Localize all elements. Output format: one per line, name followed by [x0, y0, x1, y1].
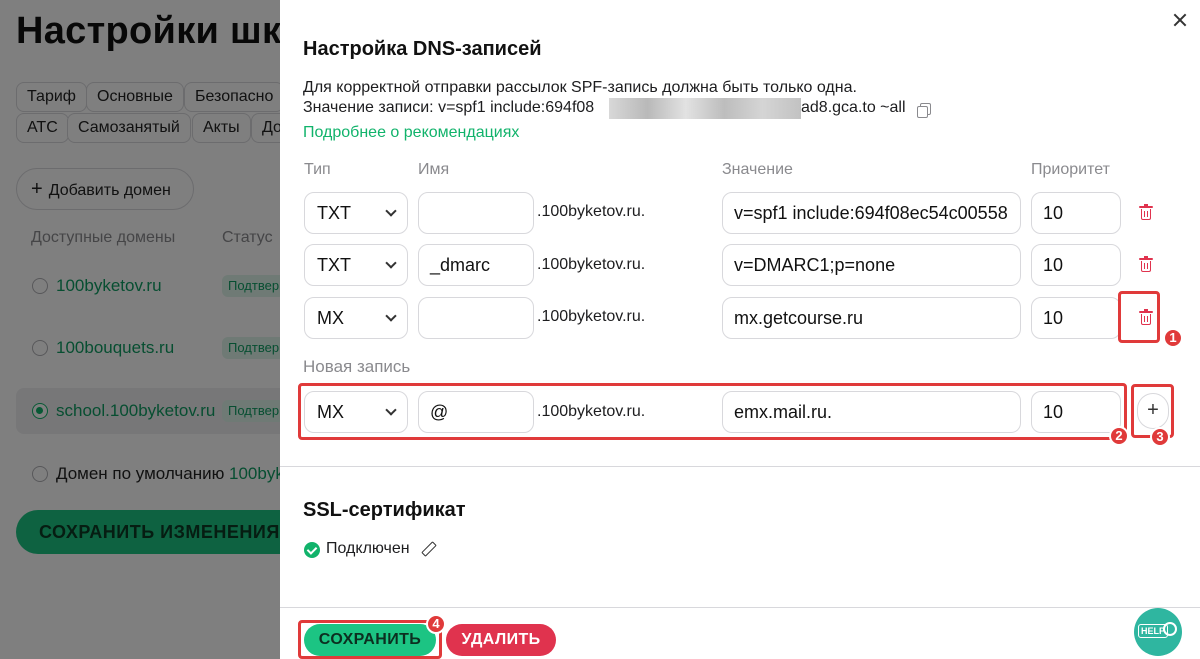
record-type-value: TXT — [317, 255, 351, 275]
trash-icon[interactable] — [1139, 204, 1153, 221]
new-record-label: Новая запись — [303, 357, 411, 376]
record-priority-input[interactable]: 10 — [1031, 192, 1121, 234]
annotation-marker-4: 4 — [426, 614, 446, 634]
footer-divider — [280, 607, 1200, 608]
chevron-down-icon — [385, 257, 397, 269]
close-icon[interactable] — [1170, 10, 1190, 30]
record-priority-input[interactable]: 10 — [1031, 297, 1121, 339]
column-value: Значение — [722, 161, 793, 178]
record-value-input[interactable]: mx.getcourse.ru — [722, 297, 1021, 339]
check-circle-icon — [304, 542, 320, 558]
annotation-marker-2: 2 — [1109, 426, 1129, 446]
record-name-input[interactable]: _dmarc — [418, 244, 534, 286]
spf-note: Для корректной отправки рассылок SPF-зап… — [303, 79, 857, 96]
help-button[interactable]: HELP — [1134, 608, 1182, 656]
record-type-value: TXT — [317, 203, 351, 223]
section-divider — [280, 466, 1200, 467]
annotation-marker-1: 1 — [1163, 328, 1183, 348]
spf-value-prefix: Значение записи: v=spf1 include:694f08 — [303, 99, 595, 116]
record-domain-suffix: .100byketov.ru. — [537, 256, 646, 273]
record-type-select[interactable]: TXT — [304, 244, 408, 286]
record-type-select[interactable]: TXT — [304, 192, 408, 234]
help-label: HELP — [1138, 624, 1169, 638]
ssl-section-title: SSL-сертификат — [303, 499, 466, 521]
annotation-box-4 — [298, 620, 442, 659]
record-domain-suffix: .100byketov.ru. — [537, 308, 646, 325]
record-type-value: MX — [317, 308, 344, 328]
redacted-value — [609, 98, 801, 119]
record-name-input[interactable] — [418, 192, 534, 234]
ssl-status: Подключен — [326, 540, 410, 557]
record-name-input[interactable] — [418, 297, 534, 339]
column-priority: Приоритет — [1031, 161, 1110, 178]
chevron-down-icon — [385, 205, 397, 217]
column-type: Тип — [304, 161, 331, 178]
recommendations-link[interactable]: Подробнее о рекомендациях — [303, 124, 519, 142]
annotation-box-2 — [298, 383, 1127, 440]
annotation-marker-3: 3 — [1150, 427, 1170, 447]
record-priority-input[interactable]: 10 — [1031, 244, 1121, 286]
column-name: Имя — [418, 161, 450, 178]
delete-button[interactable]: УДАЛИТЬ — [446, 624, 556, 656]
dns-section-title: Настройка DNS-записей — [303, 38, 542, 60]
record-domain-suffix: .100byketov.ru. — [537, 203, 646, 220]
pencil-icon[interactable] — [421, 542, 435, 556]
dns-settings-panel: Настройка DNS-записей Для корректной отп… — [280, 0, 1200, 659]
copy-icon[interactable] — [917, 103, 931, 118]
record-value-input[interactable]: v=spf1 include:694f08ec54c00558 — [722, 192, 1021, 234]
record-value-input[interactable]: v=DMARC1;p=none — [722, 244, 1021, 286]
annotation-box-1 — [1118, 291, 1160, 343]
chevron-down-icon — [385, 310, 397, 322]
trash-icon[interactable] — [1139, 256, 1153, 273]
record-type-select[interactable]: MX — [304, 297, 408, 339]
spf-value-suffix: ad8.gca.to ~all — [801, 99, 906, 116]
